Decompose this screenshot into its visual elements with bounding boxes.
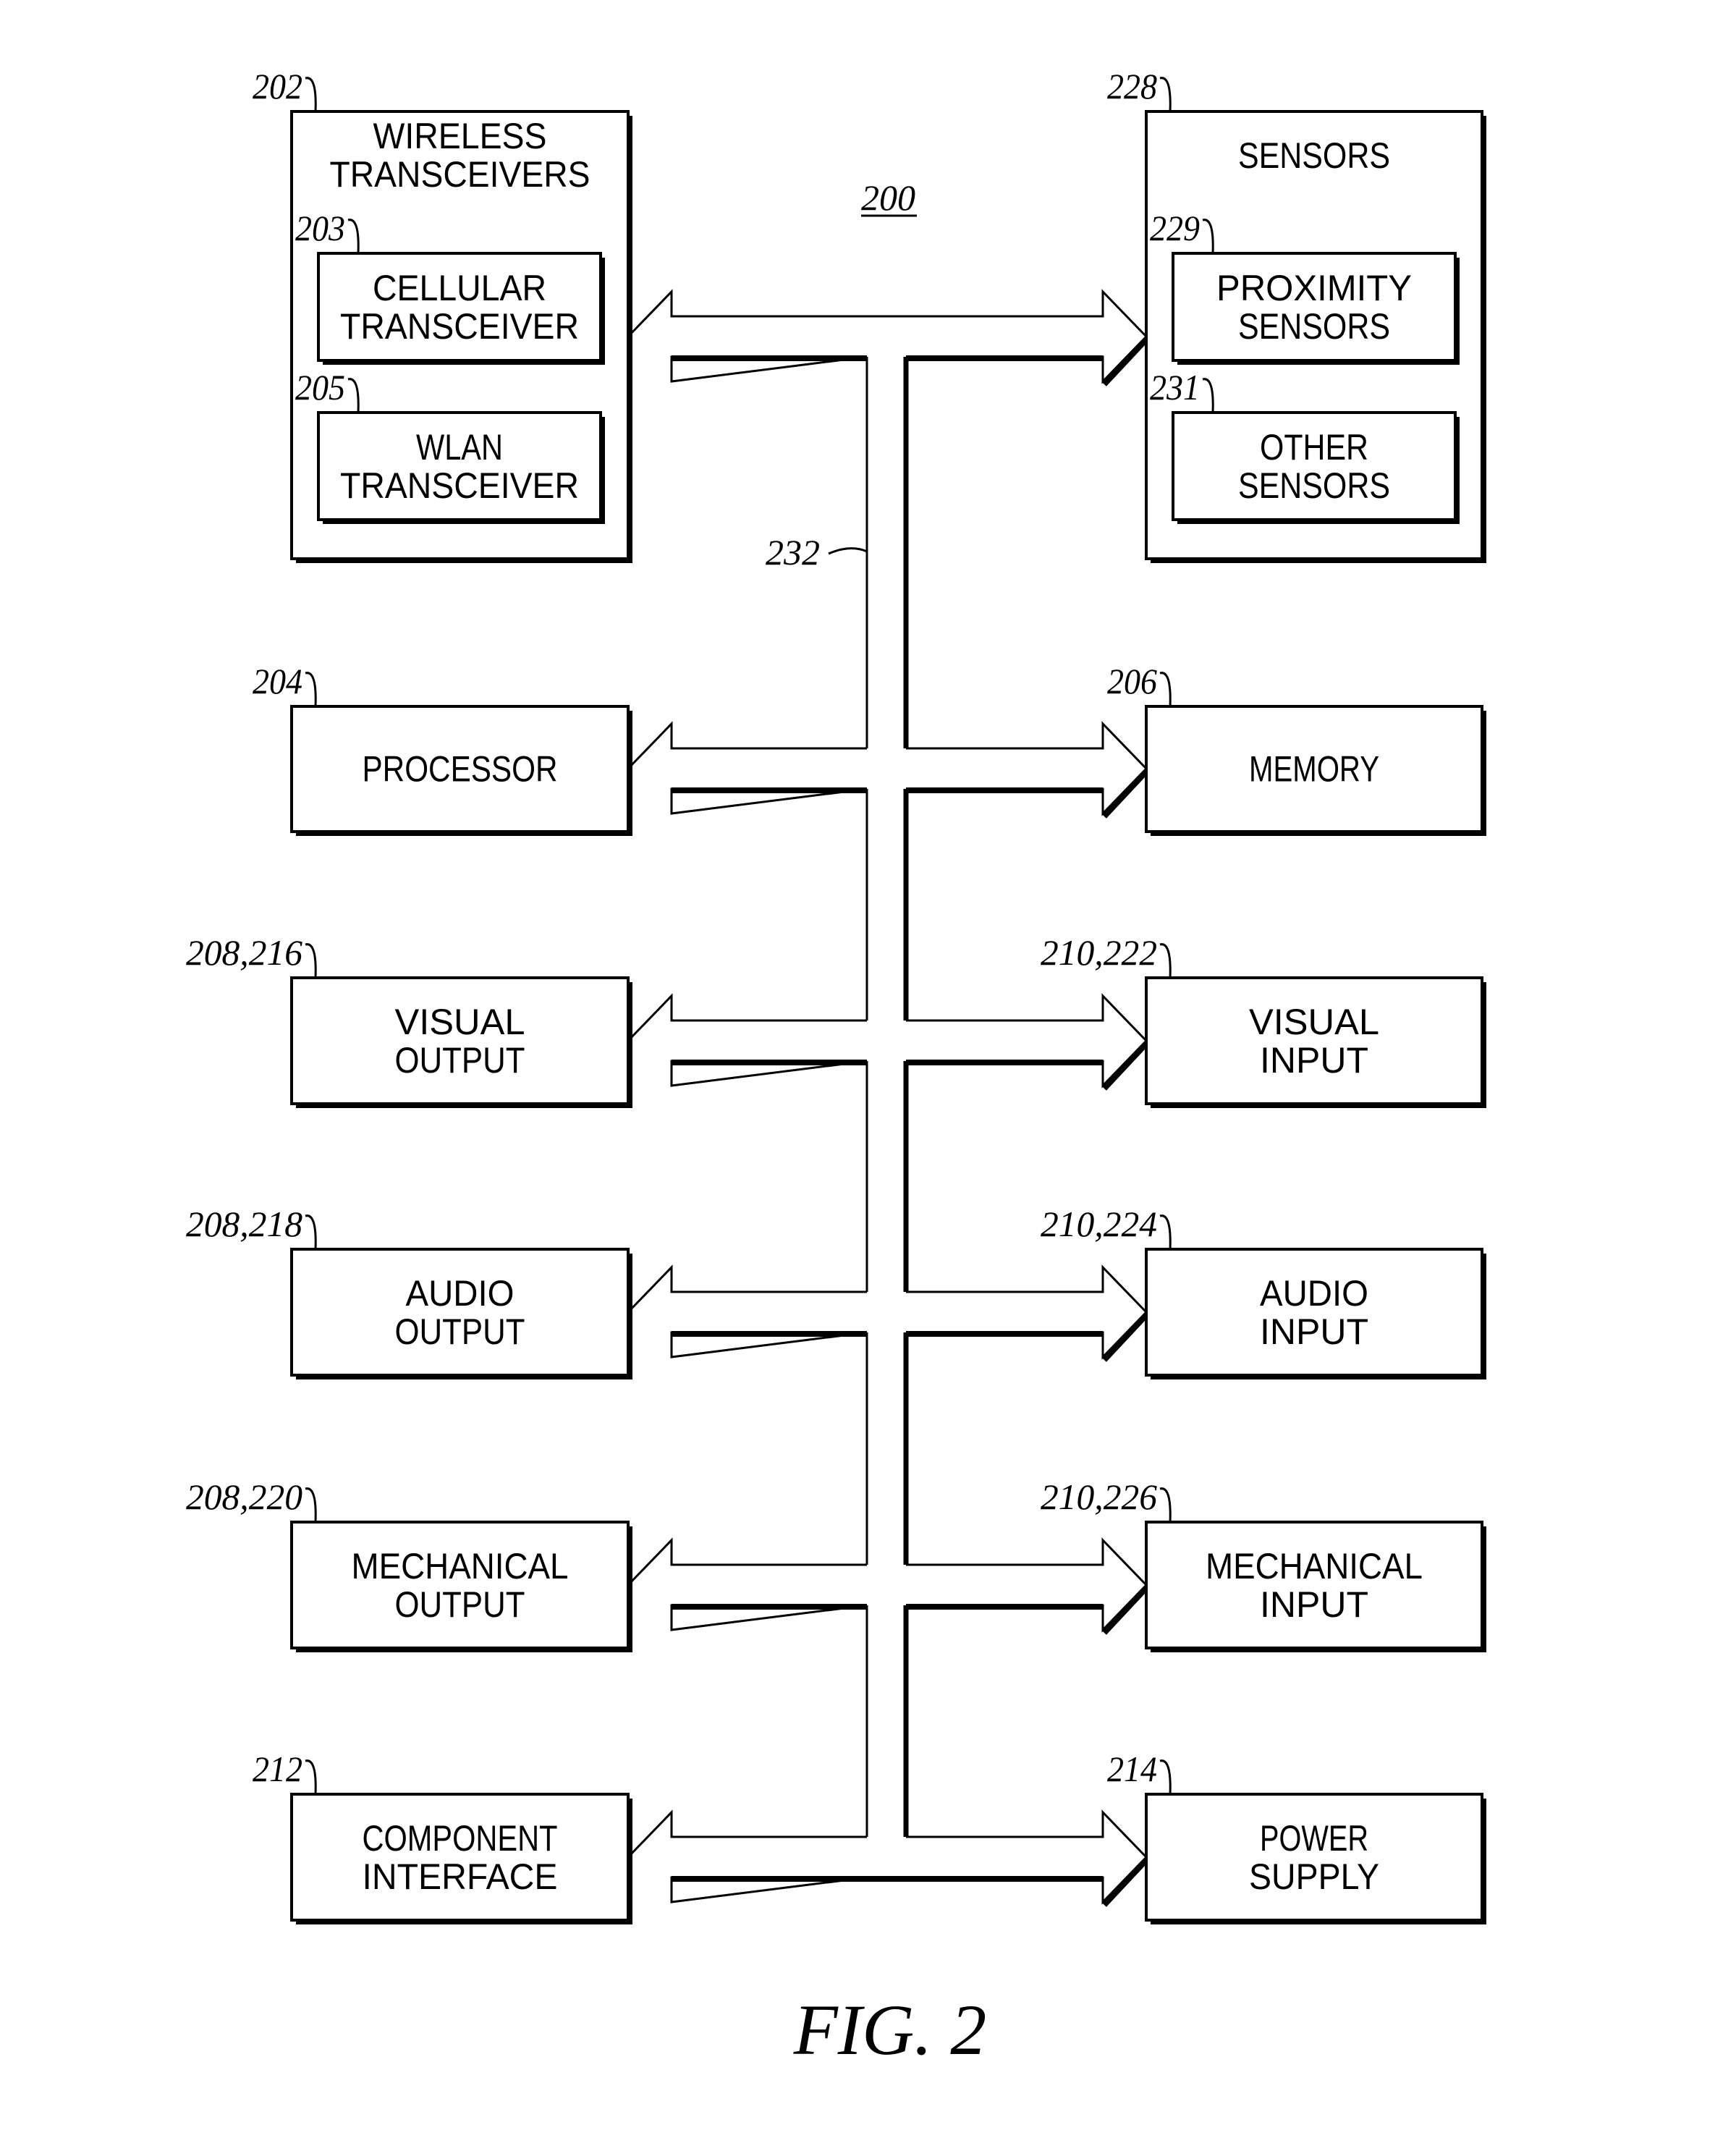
block-label-line: AUDIO — [406, 1273, 515, 1314]
power-supply-block: POWERSUPPLY 214 — [1107, 1749, 1486, 1924]
bus-reference-leader — [828, 547, 868, 555]
bus-arrow-left — [627, 1809, 868, 1903]
system-reference-label: 200 — [861, 177, 915, 218]
block-label-line: OUTPUT — [395, 1311, 525, 1352]
block-reference-number: 202 — [253, 66, 302, 106]
block-label-line: PROXIMITY — [1216, 268, 1412, 308]
block-reference-number: 210,222 — [1041, 932, 1157, 973]
block-label-line: PROCESSOR — [363, 749, 558, 790]
block-label-line: OUTPUT — [395, 1584, 525, 1625]
arrowhead-shadow — [1102, 1041, 1148, 1091]
reference-leader-line — [1159, 943, 1172, 979]
reference-leader-line — [305, 1759, 317, 1795]
bus-reference-label: 232 — [766, 532, 820, 572]
block-label-line: WLAN — [416, 427, 503, 468]
block-label-line: COMPONENT — [363, 1818, 558, 1859]
bus-arrow-left — [627, 721, 868, 815]
block-label-line: INTERFACE — [363, 1856, 558, 1897]
block-diagram: WIRELESSTRANSCEIVERS202CELLULARTRANSCEIV… — [186, 66, 1486, 2070]
processor-block: PROCESSOR 204 — [253, 661, 632, 836]
bus-arrow-right — [672, 1809, 1148, 1905]
blocks-layer: WIRELESSTRANSCEIVERS202CELLULARTRANSCEIV… — [186, 66, 1486, 1924]
block-reference-number: 208,220 — [186, 1476, 302, 1517]
block-label-line: TRANSCEIVERS — [330, 154, 590, 195]
figure-caption: FIG. 2 — [793, 1990, 987, 2070]
block-label-line: MECHANICAL — [1206, 1546, 1423, 1586]
block-label-line: CELLULAR — [373, 268, 546, 308]
block-reference-number: 228 — [1107, 66, 1157, 106]
arrowhead-shadow — [1102, 769, 1148, 819]
mechanical-output-block: MECHANICALOUTPUT 208,220 — [186, 1476, 632, 1652]
block-label-line: SENSORS — [1238, 306, 1390, 347]
block-label-line: TRANSCEIVER — [340, 465, 579, 506]
block-label-line: INPUT — [1260, 1040, 1368, 1081]
block-label-line: POWER — [1260, 1818, 1368, 1859]
reference-leader-line — [1159, 1214, 1172, 1250]
reference-leader-line — [1159, 672, 1172, 707]
block-reference-number: 210,226 — [1041, 1476, 1157, 1517]
block-label-line: AUDIO — [1260, 1273, 1368, 1314]
reference-leader-line — [305, 672, 317, 707]
block-label-line: SENSORS — [1238, 465, 1390, 506]
block-label-line: SENSORS — [1238, 135, 1390, 176]
memory-block: MEMORY 206 — [1107, 661, 1486, 836]
reference-leader-line — [1159, 1759, 1172, 1795]
reference-leader-line — [1159, 77, 1172, 112]
component-interface-block: COMPONENTINTERFACE 212 — [253, 1749, 632, 1924]
bus-arrow-left — [627, 993, 868, 1087]
reference-leader-line — [305, 1487, 317, 1523]
bus-arrow-right — [906, 721, 1148, 816]
block-reference-number: 204 — [253, 661, 302, 701]
block-reference-number: 214 — [1107, 1749, 1157, 1789]
arrowhead-shadow — [1102, 1313, 1148, 1362]
bus-arrow-right — [906, 289, 1148, 384]
audio-output-block: AUDIOOUTPUT 208,218 — [186, 1204, 632, 1379]
block-reference-number: 212 — [253, 1749, 302, 1789]
block-label-line: OUTPUT — [395, 1040, 525, 1081]
visual-output-block: VISUALOUTPUT 208,216 — [186, 932, 632, 1108]
block-reference-number: 229 — [1150, 208, 1200, 248]
reference-leader-line — [305, 1214, 317, 1250]
block-label-line: MEMORY — [1249, 749, 1379, 790]
block-label-line: OTHER — [1260, 427, 1368, 468]
block-reference-number: 231 — [1150, 367, 1200, 407]
block-label-line: INPUT — [1260, 1311, 1368, 1352]
bus-arrow-right — [906, 993, 1148, 1089]
block-label-line: MECHANICAL — [352, 1546, 569, 1586]
block-label-line: INPUT — [1260, 1584, 1368, 1625]
block-reference-number: 208,218 — [186, 1204, 302, 1244]
block-label-line: TRANSCEIVER — [340, 306, 579, 347]
reference-leader-line — [305, 77, 317, 112]
arrowhead-shadow — [1102, 1858, 1148, 1907]
bus-arrow-right — [906, 1537, 1148, 1633]
system-bus — [627, 289, 1148, 1907]
block-reference-number: 210,224 — [1041, 1204, 1157, 1244]
bus-arrow-left — [627, 1537, 868, 1631]
bus-arrow-left — [627, 1264, 868, 1358]
block-reference-number: 206 — [1107, 661, 1157, 701]
bus-arrow-left — [627, 289, 868, 383]
block-label-line: SUPPLY — [1249, 1856, 1379, 1897]
block-reference-number: 203 — [295, 208, 345, 248]
arrowhead-shadow — [1102, 337, 1148, 386]
arrowhead-shadow — [1102, 1586, 1148, 1635]
reference-leader-line — [305, 943, 317, 979]
block-reference-number: 208,216 — [186, 932, 302, 973]
block-label-line: VISUAL — [395, 1002, 525, 1042]
bus-arrow-right — [906, 1264, 1148, 1360]
reference-leader-line — [1159, 1487, 1172, 1523]
block-reference-number: 205 — [295, 367, 345, 407]
block-label-line: WIRELESS — [373, 116, 547, 156]
block-label-line: VISUAL — [1249, 1002, 1379, 1042]
